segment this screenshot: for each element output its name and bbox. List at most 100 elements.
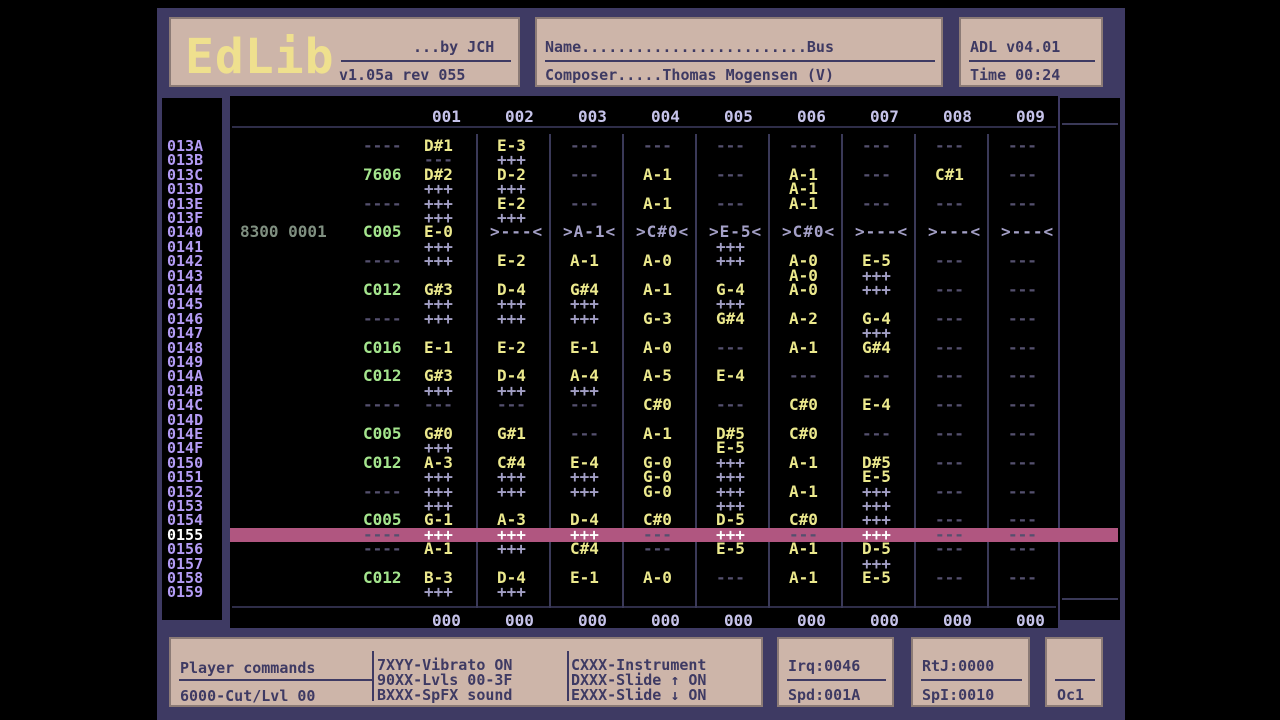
note-cell[interactable]: --- [935, 368, 964, 384]
note-cell[interactable]: --- [935, 138, 964, 154]
note-cell[interactable]: --- [716, 138, 745, 154]
note-cell[interactable]: --- [935, 541, 964, 557]
note-cell[interactable]: G-0 [643, 484, 672, 500]
note-cell[interactable]: G#1 [497, 426, 526, 442]
note-cell[interactable]: --- [570, 397, 599, 413]
note-cell[interactable]: >A-1< [563, 224, 616, 240]
note-cell[interactable]: A-0 [643, 570, 672, 586]
note-cell[interactable]: --- [570, 426, 599, 442]
note-cell[interactable]: G#4 [862, 340, 891, 356]
note-cell[interactable]: +++ [497, 484, 526, 500]
instrument-cell[interactable]: C005 [363, 426, 402, 442]
channel-header-003[interactable]: 003 [578, 109, 607, 125]
note-cell[interactable]: --- [424, 397, 453, 413]
note-cell[interactable]: C#0 [643, 397, 672, 413]
instrument-cell[interactable]: ---- [363, 541, 402, 557]
note-cell[interactable]: A-1 [789, 541, 818, 557]
note-cell[interactable]: --- [1008, 167, 1037, 183]
note-cell[interactable]: +++ [497, 584, 526, 600]
note-cell[interactable]: G-3 [643, 311, 672, 327]
note-cell[interactable]: +++ [424, 253, 453, 269]
note-cell[interactable]: A-1 [570, 253, 599, 269]
note-cell[interactable]: E-1 [570, 570, 599, 586]
note-cell[interactable]: E-1 [424, 340, 453, 356]
note-cell[interactable]: A-1 [789, 484, 818, 500]
instrument-cell[interactable]: C012 [363, 455, 402, 471]
channel-header-007[interactable]: 007 [870, 109, 899, 125]
note-cell[interactable]: --- [716, 196, 745, 212]
note-cell[interactable]: --- [497, 397, 526, 413]
note-cell[interactable]: C#1 [935, 167, 964, 183]
note-cell[interactable]: +++ [862, 282, 891, 298]
channel-header-001[interactable]: 001 [432, 109, 461, 125]
channel-header-009[interactable]: 009 [1016, 109, 1045, 125]
note-cell[interactable]: E-2 [497, 340, 526, 356]
note-cell[interactable]: >---< [928, 224, 981, 240]
note-cell[interactable]: A-1 [789, 340, 818, 356]
channel-header-005[interactable]: 005 [724, 109, 753, 125]
instrument-cell[interactable]: ---- [363, 311, 402, 327]
note-cell[interactable]: --- [789, 138, 818, 154]
note-cell[interactable]: --- [570, 138, 599, 154]
note-cell[interactable]: C#4 [570, 541, 599, 557]
note-cell[interactable]: --- [935, 196, 964, 212]
note-cell[interactable]: --- [716, 167, 745, 183]
instrument-cell[interactable]: 7606 [363, 167, 402, 183]
channel-header-006[interactable]: 006 [797, 109, 826, 125]
note-cell[interactable]: --- [935, 311, 964, 327]
note-cell[interactable]: --- [935, 570, 964, 586]
note-cell[interactable]: >---< [855, 224, 908, 240]
note-cell[interactable]: --- [570, 196, 599, 212]
note-cell[interactable]: --- [935, 484, 964, 500]
note-cell[interactable]: --- [862, 196, 891, 212]
note-cell[interactable]: +++ [570, 484, 599, 500]
note-cell[interactable]: --- [1008, 138, 1037, 154]
instrument-cell[interactable]: C012 [363, 570, 402, 586]
note-cell[interactable]: +++ [716, 253, 745, 269]
note-cell[interactable]: --- [1008, 368, 1037, 384]
instrument-cell[interactable]: ---- [363, 196, 402, 212]
note-cell[interactable]: A-1 [643, 426, 672, 442]
note-cell[interactable]: --- [935, 455, 964, 471]
channel-header-008[interactable]: 008 [943, 109, 972, 125]
song-name-field[interactable]: Name.........................Bus [545, 40, 834, 55]
instrument-cell[interactable]: C012 [363, 368, 402, 384]
note-cell[interactable]: A-0 [643, 340, 672, 356]
note-cell[interactable]: --- [1008, 541, 1037, 557]
note-cell[interactable]: --- [935, 426, 964, 442]
note-cell[interactable]: C#0 [789, 426, 818, 442]
note-cell[interactable]: E-1 [570, 340, 599, 356]
note-cell[interactable]: A-5 [643, 368, 672, 384]
note-cell[interactable]: E-5 [716, 541, 745, 557]
note-cell[interactable]: --- [716, 340, 745, 356]
note-cell[interactable]: +++ [497, 541, 526, 557]
effect-value[interactable]: 8300 0001 [240, 224, 327, 240]
instrument-cell[interactable]: C016 [363, 340, 402, 356]
instrument-cell[interactable]: ---- [363, 397, 402, 413]
note-cell[interactable]: --- [1008, 253, 1037, 269]
note-cell[interactable]: --- [1008, 570, 1037, 586]
note-cell[interactable]: +++ [424, 584, 453, 600]
note-cell[interactable]: --- [935, 340, 964, 356]
instrument-cell[interactable]: ---- [363, 253, 402, 269]
note-cell[interactable]: G#4 [716, 311, 745, 327]
note-cell[interactable]: --- [643, 541, 672, 557]
note-cell[interactable]: --- [862, 138, 891, 154]
note-cell[interactable]: --- [935, 397, 964, 413]
note-cell[interactable]: C#0 [789, 397, 818, 413]
note-cell[interactable]: --- [862, 368, 891, 384]
note-cell[interactable]: --- [570, 167, 599, 183]
note-cell[interactable]: >C#0< [782, 224, 835, 240]
note-cell[interactable]: E-4 [716, 368, 745, 384]
note-cell[interactable]: E-4 [862, 397, 891, 413]
note-cell[interactable]: +++ [424, 311, 453, 327]
note-cell[interactable]: A-1 [643, 196, 672, 212]
note-cell[interactable]: --- [935, 282, 964, 298]
note-cell[interactable]: --- [716, 570, 745, 586]
note-cell[interactable]: +++ [570, 311, 599, 327]
note-cell[interactable]: --- [1008, 282, 1037, 298]
instrument-cell[interactable]: C012 [363, 282, 402, 298]
note-cell[interactable]: A-1 [789, 455, 818, 471]
instrument-cell[interactable]: ---- [363, 484, 402, 500]
note-cell[interactable]: A-1 [643, 167, 672, 183]
